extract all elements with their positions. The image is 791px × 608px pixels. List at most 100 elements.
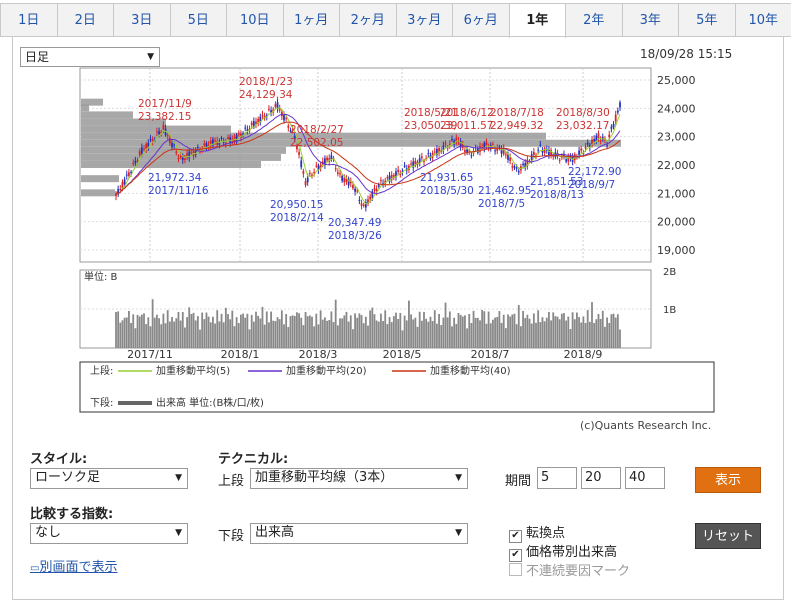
volume-bar bbox=[140, 314, 143, 348]
volume-bar bbox=[358, 313, 361, 348]
volume-bar bbox=[386, 324, 389, 348]
volume-bar bbox=[578, 317, 580, 348]
candle-body bbox=[190, 152, 193, 154]
low-annotation-value: 21,462.95 bbox=[478, 185, 531, 197]
checkbox-price-volume[interactable]: ✔ 価格帯別出来高 bbox=[509, 541, 617, 562]
candle-body bbox=[151, 138, 154, 142]
candle-body bbox=[586, 142, 589, 145]
volume-bar bbox=[567, 316, 570, 348]
volume-bar bbox=[143, 313, 145, 348]
volume-bar bbox=[496, 316, 499, 348]
volume-bar bbox=[539, 322, 542, 348]
checkbox-unchecked-icon bbox=[509, 563, 522, 576]
volume-bar bbox=[373, 314, 376, 348]
legend-ma5: 加重移動平均(5) bbox=[156, 364, 230, 377]
candle-body bbox=[175, 151, 178, 154]
volume-bar bbox=[595, 319, 598, 348]
volume-bar bbox=[173, 321, 176, 348]
candle-body bbox=[599, 140, 602, 142]
candle-body bbox=[203, 143, 206, 145]
volume-bar bbox=[317, 324, 320, 348]
candle-body bbox=[352, 185, 354, 189]
checkbox-discontinuity[interactable]: 不連続要因マーク bbox=[509, 560, 630, 579]
candle-body bbox=[166, 135, 169, 137]
volume-bar bbox=[117, 311, 120, 348]
chevron-down-icon: ▼ bbox=[175, 528, 182, 538]
legend-ma40: 加重移動平均(40) bbox=[430, 364, 511, 377]
candle-body bbox=[196, 146, 199, 148]
volume-bar bbox=[285, 314, 288, 348]
low-annotation-value: 22,172.90 bbox=[568, 166, 621, 178]
volume-bar bbox=[535, 322, 537, 348]
volume-bar bbox=[554, 316, 557, 348]
volume-bar bbox=[455, 323, 458, 348]
high-annotation-value: 23,011.57 bbox=[440, 120, 493, 132]
volume-bar bbox=[306, 316, 309, 348]
checkbox-turning-point[interactable]: ✔ 転換点 bbox=[509, 522, 565, 543]
popup-link[interactable]: ▭別画面で表示 bbox=[30, 556, 117, 575]
volume-bar bbox=[425, 318, 428, 348]
candle-body bbox=[128, 172, 130, 176]
candle-body bbox=[334, 168, 337, 170]
volume-bar bbox=[349, 315, 352, 348]
high-annotation-date: 2017/11/9 bbox=[138, 98, 192, 110]
show-button[interactable]: 表示 bbox=[695, 467, 761, 493]
candle-body bbox=[517, 171, 520, 173]
high-annotation-value: 22,502.05 bbox=[290, 137, 343, 149]
volume-bar bbox=[270, 311, 272, 348]
high-annotation-date: 2018/2/27 bbox=[290, 124, 344, 136]
lower-technical-select[interactable]: 出来高 ▼ bbox=[250, 523, 468, 544]
technical-label: テクニカル: bbox=[218, 452, 289, 467]
volume-unit-label: 単位: B bbox=[84, 270, 118, 283]
period-input-3[interactable]: 40 bbox=[625, 467, 665, 489]
volume-bar bbox=[332, 322, 335, 348]
volume-bar bbox=[414, 317, 417, 348]
candle-body bbox=[300, 160, 303, 168]
low-annotation-date: 2018/5/30 bbox=[420, 185, 474, 197]
compare-select[interactable]: なし ▼ bbox=[30, 523, 188, 544]
candle-body bbox=[121, 182, 124, 188]
volume-bar bbox=[532, 313, 535, 348]
volume-bar bbox=[156, 314, 158, 348]
candle-body bbox=[578, 150, 580, 155]
volume-bar bbox=[524, 317, 527, 348]
compare-value: なし bbox=[35, 525, 62, 540]
high-annotation-date: 2018/1/23 bbox=[239, 76, 293, 88]
volume-bar bbox=[194, 320, 197, 348]
style-select[interactable]: ローソク足 ▼ bbox=[30, 468, 188, 489]
volume-bar bbox=[479, 320, 481, 348]
volume-bar bbox=[565, 320, 568, 348]
volume-bar bbox=[483, 311, 486, 348]
candle-body bbox=[612, 123, 615, 128]
volume-bar bbox=[336, 325, 339, 348]
volume-bar bbox=[397, 318, 400, 348]
volume-bar bbox=[207, 316, 210, 348]
volume-bar bbox=[175, 318, 178, 348]
volume-bar bbox=[339, 318, 341, 348]
candle-body bbox=[343, 178, 346, 183]
upper-technical-select[interactable]: 加重移動平均線（3本） ▼ bbox=[250, 468, 468, 489]
volume-bar bbox=[341, 318, 344, 348]
volume-bar bbox=[261, 306, 264, 348]
candle-body bbox=[229, 137, 232, 143]
candle-body bbox=[492, 144, 494, 146]
volume-bar bbox=[298, 313, 300, 348]
period-input-1[interactable]: 5 bbox=[537, 467, 577, 489]
volume-bar bbox=[492, 319, 494, 348]
volume-bar bbox=[459, 314, 462, 348]
legend-lower-label: 下段: bbox=[90, 396, 113, 409]
volume-bar bbox=[569, 329, 572, 348]
style-label: スタイル: bbox=[30, 452, 88, 467]
volume-bar bbox=[231, 310, 234, 348]
y-tick-label: 20,000 bbox=[657, 216, 696, 229]
volume-bar bbox=[364, 316, 367, 348]
candle-body bbox=[619, 102, 621, 108]
period-input-2[interactable]: 20 bbox=[581, 467, 621, 489]
volume-bar bbox=[461, 316, 464, 348]
volume-bar bbox=[179, 320, 182, 348]
volume-bar bbox=[302, 325, 305, 348]
reset-button[interactable]: リセット bbox=[695, 523, 761, 549]
candle-body bbox=[173, 144, 176, 146]
candle-body bbox=[274, 104, 277, 107]
volume-bar bbox=[291, 315, 294, 348]
